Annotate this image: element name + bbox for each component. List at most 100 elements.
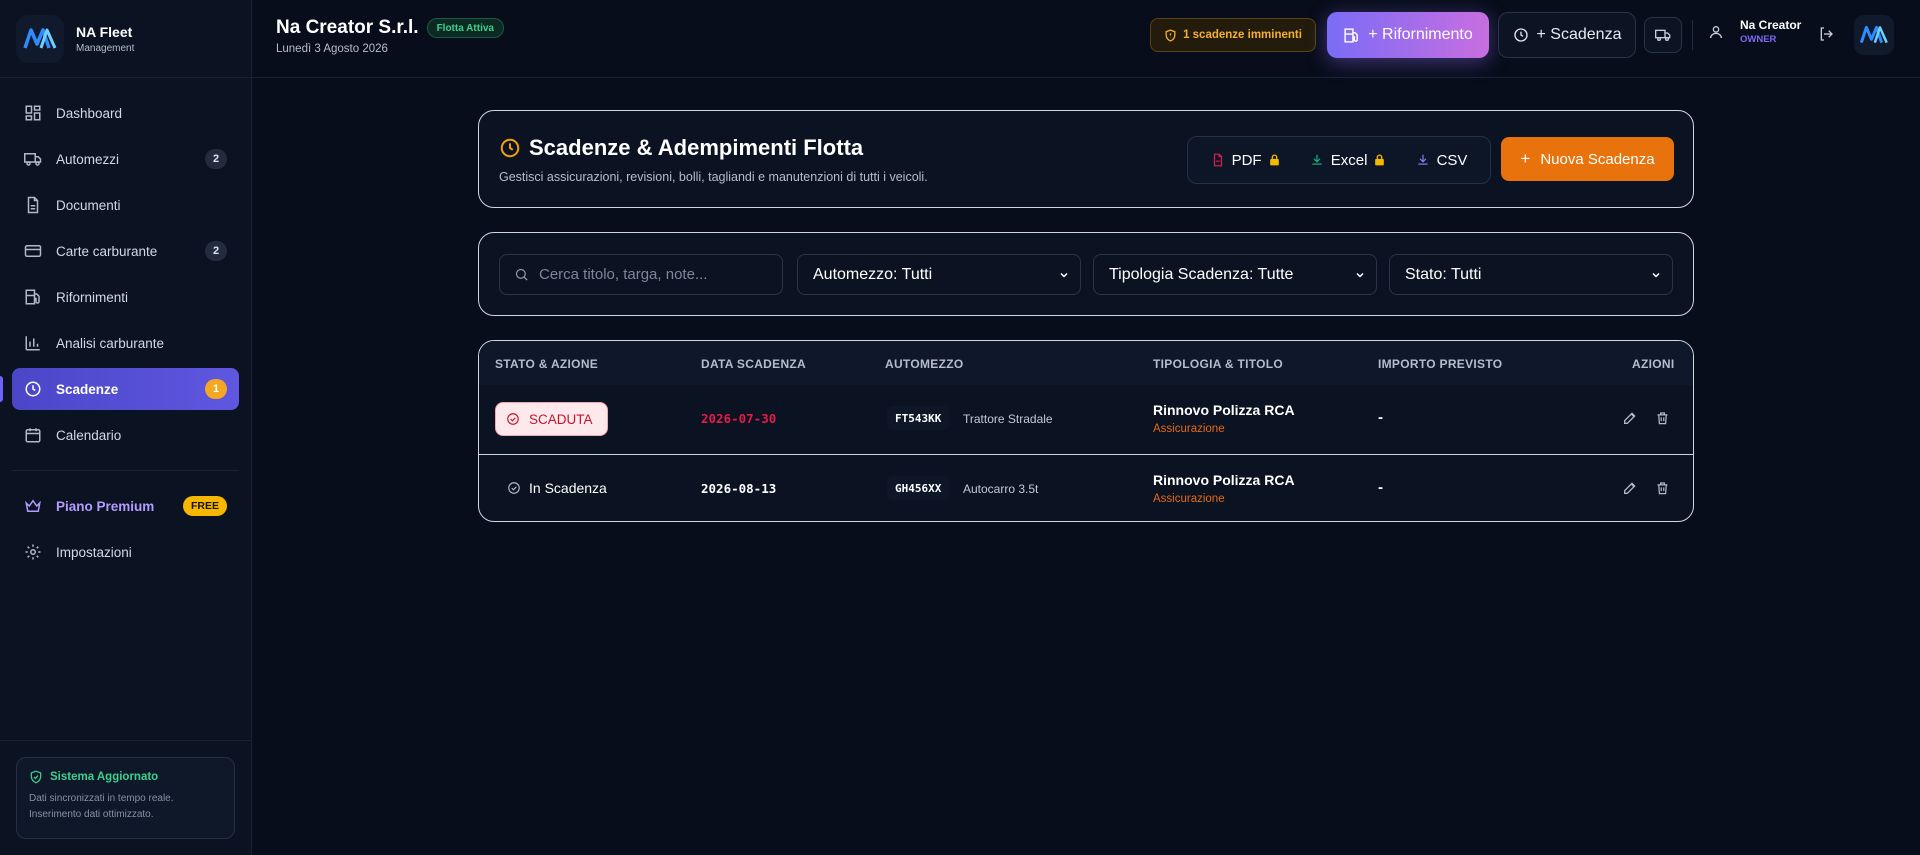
truck-icon	[1655, 29, 1671, 41]
table-row: In Scadenza 2026-08-13 GH456XX Autocarro…	[479, 454, 1693, 521]
search-box[interactable]	[499, 254, 783, 295]
count-badge: 2	[205, 241, 227, 261]
count-badge: 1	[205, 379, 227, 399]
dashboard-icon	[24, 104, 42, 122]
system-status-title: Sistema Aggiornato	[29, 770, 222, 784]
sidebar-item-scadenze[interactable]: Scadenze 1	[0, 368, 239, 410]
table-header: STATO & AZIONE DATA SCADENZA AUTOMEZZO T…	[479, 341, 1693, 385]
sidebar: NA Fleet Management Dashboard Automezzi …	[0, 0, 252, 855]
export-excel-label: Excel	[1330, 151, 1368, 169]
sidebar-item-carte-carburante[interactable]: Carte carburante 2	[12, 230, 239, 272]
new-deadline-button[interactable]: + Nuova Scadenza	[1501, 137, 1674, 181]
sidebar-item-documenti[interactable]: Documenti	[12, 184, 239, 226]
sidebar-item-calendario[interactable]: Calendario	[12, 414, 239, 456]
trash-icon[interactable]	[1655, 410, 1670, 426]
sidebar-item-label: Calendario	[56, 427, 122, 443]
company-header: Na Creator S.r.l. Flotta Attiva	[276, 17, 504, 39]
lock-icon	[1373, 153, 1386, 167]
sidebar-item-automezzi[interactable]: Automezzi 2	[12, 138, 239, 180]
download-icon	[1310, 153, 1324, 167]
brand-name: NA Fleet	[76, 23, 133, 40]
sidebar-item-label: Piano Premium	[56, 498, 155, 514]
add-refuel-button[interactable]: + Rifornimento	[1327, 12, 1489, 58]
add-deadline-button[interactable]: + Scadenza	[1498, 12, 1636, 58]
sidebar-item-label: Scadenze	[56, 381, 119, 397]
vehicle-filter-select[interactable]: Automezzo: Tutti	[797, 254, 1081, 295]
expected-amount: -	[1378, 479, 1383, 496]
column-header: IMPORTO PREVISTO	[1378, 357, 1503, 371]
avatar[interactable]	[1854, 15, 1894, 55]
export-group: PDF Excel CSV	[1187, 136, 1491, 184]
sidebar-item-piano-premium[interactable]: Piano Premium FREE	[12, 485, 239, 527]
vehicle-type: Autocarro 3.5t	[963, 482, 1039, 496]
deadline-category: Assicurazione	[1153, 493, 1225, 505]
topbar-divider	[1692, 20, 1693, 50]
deadlines-alert[interactable]: 1 scadenze imminenti	[1150, 18, 1316, 52]
type-filter-select[interactable]: Tipologia Scadenza: Tutte	[1093, 254, 1377, 295]
truck-icon	[24, 150, 42, 168]
search-input[interactable]	[539, 266, 779, 283]
plan-badge: FREE	[182, 496, 227, 516]
clock-icon	[24, 380, 42, 398]
export-pdf-button[interactable]: PDF	[1211, 152, 1281, 169]
document-icon	[24, 196, 42, 214]
user-name: Na Creator	[1740, 18, 1802, 32]
export-csv-button[interactable]: CSV	[1416, 152, 1467, 169]
sidebar-item-label: Automezzi	[56, 151, 120, 167]
status-toggle-button[interactable]: SCADUTA	[495, 402, 608, 436]
sidebar-item-label: Rifornimenti	[56, 289, 129, 305]
brand-logo	[16, 14, 64, 63]
logout-icon[interactable]	[1818, 26, 1834, 42]
system-desc-line: Dati sincronizzati in tempo reale.	[29, 793, 174, 804]
export-excel-button[interactable]: Excel	[1310, 152, 1387, 169]
sidebar-item-dashboard[interactable]: Dashboard	[12, 92, 239, 134]
column-header: DATA SCADENZA	[701, 357, 807, 371]
fuel-pump-icon	[24, 288, 42, 306]
user-menu[interactable]: Na Creator OWNER	[1708, 18, 1801, 45]
page-header-card: Scadenze & Adempimenti Flotta Gestisci a…	[478, 110, 1694, 208]
table-row: SCADUTA 2026-07-30 FT543KK Trattore Stra…	[479, 385, 1693, 454]
vehicles-button[interactable]	[1644, 17, 1682, 53]
license-plate: FT543KK	[887, 406, 950, 430]
active-indicator	[0, 376, 3, 402]
user-role: OWNER	[1740, 34, 1777, 45]
deadlines-table: STATO & AZIONE DATA SCADENZA AUTOMEZZO T…	[478, 340, 1694, 522]
sidebar-item-label: Analisi carburante	[56, 335, 165, 351]
deadlines-alert-label: 1 scadenze imminenti	[1183, 29, 1302, 41]
system-status-card: Sistema Aggiornato Dati sincronizzati in…	[16, 757, 235, 839]
clock-icon	[1513, 28, 1528, 42]
pdf-file-icon	[1211, 153, 1225, 167]
shield-check-icon	[30, 770, 42, 784]
edit-icon[interactable]	[1622, 410, 1638, 426]
system-status-section: Sistema Aggiornato Dati sincronizzati in…	[0, 740, 252, 855]
plus-icon: +	[1520, 149, 1531, 168]
column-header: TIPOLOGIA & TITOLO	[1153, 357, 1284, 371]
chevron-down-icon	[1652, 272, 1660, 278]
sidebar-item-analisi-carburante[interactable]: Analisi carburante	[12, 322, 239, 364]
topbar: Na Creator S.r.l. Flotta Attiva Lunedì 3…	[252, 0, 1920, 78]
system-status-description: Dati sincronizzati in tempo reale. Inser…	[29, 791, 222, 822]
status-toggle-button[interactable]: In Scadenza	[507, 480, 607, 496]
fleet-status-badge: Flotta Attiva	[426, 18, 504, 38]
sidebar-item-label: Documenti	[56, 197, 121, 213]
page-title-text: Scadenze & Adempimenti Flotta	[529, 135, 864, 160]
status-filter-select[interactable]: Stato: Tutti	[1389, 254, 1673, 295]
license-plate: GH456XX	[887, 476, 950, 500]
shield-alert-icon	[1165, 28, 1176, 42]
export-pdf-label: PDF	[1231, 151, 1262, 169]
sidebar-item-impostazioni[interactable]: Impostazioni	[12, 531, 239, 573]
system-status-label: Sistema Aggiornato	[50, 771, 159, 783]
new-deadline-label: Nuova Scadenza	[1540, 150, 1655, 168]
brand-subtitle: Management	[76, 42, 135, 54]
search-icon	[515, 268, 528, 281]
trash-icon[interactable]	[1655, 480, 1670, 496]
sidebar-item-rifornimenti[interactable]: Rifornimenti	[12, 276, 239, 318]
edit-icon[interactable]	[1622, 480, 1638, 496]
column-header: AUTOMEZZO	[885, 357, 964, 371]
chevron-down-icon	[1060, 272, 1068, 278]
column-header: AZIONI	[1632, 357, 1675, 371]
lock-icon	[1268, 153, 1281, 167]
brand[interactable]: NA Fleet Management	[0, 0, 251, 78]
check-circle-icon	[507, 413, 519, 425]
crown-icon	[24, 497, 42, 515]
